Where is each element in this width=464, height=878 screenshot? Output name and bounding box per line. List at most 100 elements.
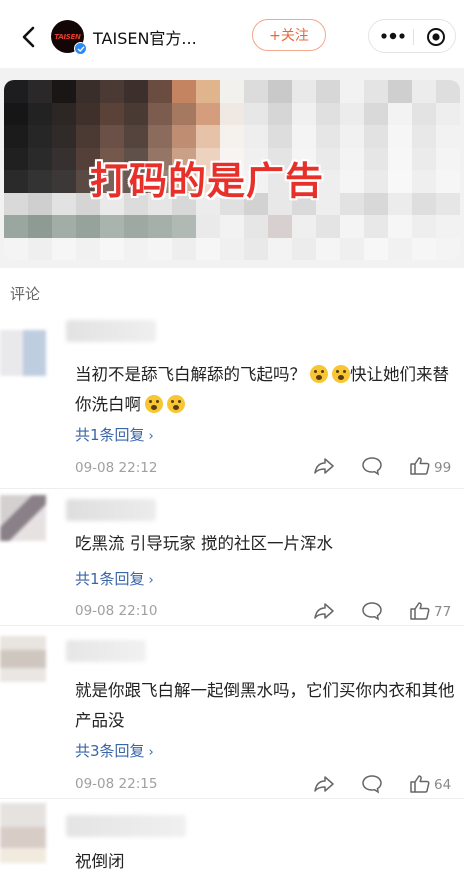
mosaic-tile	[100, 215, 124, 238]
mosaic-tile	[292, 102, 316, 125]
mosaic-tile	[364, 192, 388, 215]
replies-count: 共1条回复	[75, 426, 145, 444]
avatar[interactable]	[0, 636, 46, 682]
replies-link[interactable]: 共3条回复 ›	[75, 740, 154, 761]
mosaic-tile	[316, 237, 340, 260]
share-arrow-icon[interactable]	[312, 774, 336, 794]
account-name[interactable]: TAISEN官方...	[93, 25, 197, 49]
mosaic-tile	[220, 237, 244, 260]
comment-timestamp: 09-08 22:10	[75, 603, 158, 619]
mosaic-tile	[4, 80, 28, 103]
mosaic-tile	[244, 102, 268, 125]
mosaic-tile	[4, 125, 28, 148]
chevron-right-icon: ›	[148, 429, 154, 444]
commenter-name[interactable]	[66, 499, 156, 521]
mosaic-tile	[340, 102, 364, 125]
mosaic-tile	[436, 147, 460, 170]
mosaic-tile	[340, 147, 364, 170]
share-arrow-icon[interactable]	[312, 456, 336, 476]
mosaic-tile	[100, 125, 124, 148]
comment-text: 就是你跟飞白解一起倒黑水吗，它们买你内衣和其他产品没	[75, 681, 455, 730]
commenter-name[interactable]	[66, 640, 146, 662]
mosaic-tile	[388, 170, 412, 193]
mosaic-tile	[412, 125, 436, 148]
comment-bubble-icon[interactable]	[360, 774, 384, 794]
account-avatar[interactable]: TAISEN	[51, 20, 87, 55]
more-dots-icon[interactable]	[379, 28, 407, 44]
mosaic-tile	[316, 102, 340, 125]
mosaic-tile	[52, 147, 76, 170]
replies-link[interactable]: 共1条回复 ›	[75, 424, 154, 445]
target-circle-icon[interactable]	[426, 27, 446, 47]
mosaic-tile	[268, 102, 292, 125]
comments-section-title: 评论	[10, 285, 41, 303]
mosaic-tile	[148, 125, 172, 148]
commenter-name[interactable]	[66, 320, 156, 342]
comment-bubble-icon[interactable]	[360, 456, 384, 476]
mosaic-tile	[436, 102, 460, 125]
thumbs-up-icon[interactable]	[408, 774, 432, 794]
mosaic-tile	[148, 237, 172, 260]
replies-link[interactable]: 共1条回复 ›	[75, 568, 154, 589]
share-arrow-icon[interactable]	[312, 601, 336, 621]
comment-bubble-icon[interactable]	[360, 601, 384, 621]
mosaic-tile	[52, 215, 76, 238]
back-arrow-icon[interactable]	[14, 22, 44, 52]
mosaic-tile	[172, 80, 196, 103]
mosaic-tile	[412, 170, 436, 193]
mosaic-tile	[388, 237, 412, 260]
avatar[interactable]	[0, 330, 46, 376]
mosaic-tile	[364, 170, 388, 193]
fearful-face-emoji	[332, 365, 350, 383]
mosaic-tile	[268, 125, 292, 148]
avatar[interactable]	[0, 495, 46, 541]
mosaic-tile	[220, 215, 244, 238]
mosaic-tile	[28, 125, 52, 148]
thumbs-up-icon[interactable]	[408, 601, 432, 621]
mosaic-tile	[316, 125, 340, 148]
mosaic-tile	[268, 237, 292, 260]
mosaic-tile	[268, 215, 292, 238]
mosaic-tile	[244, 80, 268, 103]
comment-item: 就是你跟飞白解一起倒黑水吗，它们买你内衣和其他产品没 共3条回复 › 09-08 …	[0, 626, 464, 798]
mosaic-tile	[28, 192, 52, 215]
banner-overlay-text: 打码的是广告	[90, 159, 325, 203]
mosaic-tile	[388, 215, 412, 238]
mosaic-tile	[436, 215, 460, 238]
mosaic-tile	[364, 147, 388, 170]
mosaic-tile	[124, 80, 148, 103]
mosaic-tile	[4, 215, 28, 238]
mosaic-tile	[4, 237, 28, 260]
fearful-face-emoji	[145, 395, 163, 413]
mini-program-capsule	[368, 19, 456, 53]
mosaic-tile	[436, 192, 460, 215]
follow-button[interactable]: +关注	[252, 19, 326, 51]
comment-item: 吃黑流 引导玩家 搅的社区一片浑水 共1条回复 › 09-08 22:10 77	[0, 489, 464, 625]
thumbs-up-icon[interactable]	[408, 456, 432, 476]
mosaic-tile	[76, 80, 100, 103]
replies-count: 共1条回复	[75, 570, 145, 588]
like-count: 77	[434, 604, 452, 620]
mosaic-tile	[364, 125, 388, 148]
mosaic-tile	[196, 237, 220, 260]
mosaic-tile	[148, 102, 172, 125]
mosaic-tile	[76, 102, 100, 125]
mosaic-tile	[436, 237, 460, 260]
mosaic-tile	[100, 80, 124, 103]
promo-banner[interactable]: 打码的是广告	[4, 80, 460, 260]
mosaic-tile	[268, 80, 292, 103]
commenter-name[interactable]	[66, 815, 186, 837]
mosaic-tile	[196, 102, 220, 125]
mosaic-tile	[340, 80, 364, 103]
mosaic-tile	[436, 125, 460, 148]
comment-item: 祝倒闭	[0, 799, 464, 878]
avatar[interactable]	[0, 803, 46, 863]
fearful-face-emoji	[167, 395, 185, 413]
mosaic-tile	[412, 237, 436, 260]
mosaic-tile	[436, 170, 460, 193]
chevron-right-icon: ›	[148, 573, 154, 588]
mosaic-tile	[172, 237, 196, 260]
mosaic-tile	[196, 80, 220, 103]
mosaic-tile	[28, 147, 52, 170]
verified-badge-icon	[74, 42, 87, 55]
